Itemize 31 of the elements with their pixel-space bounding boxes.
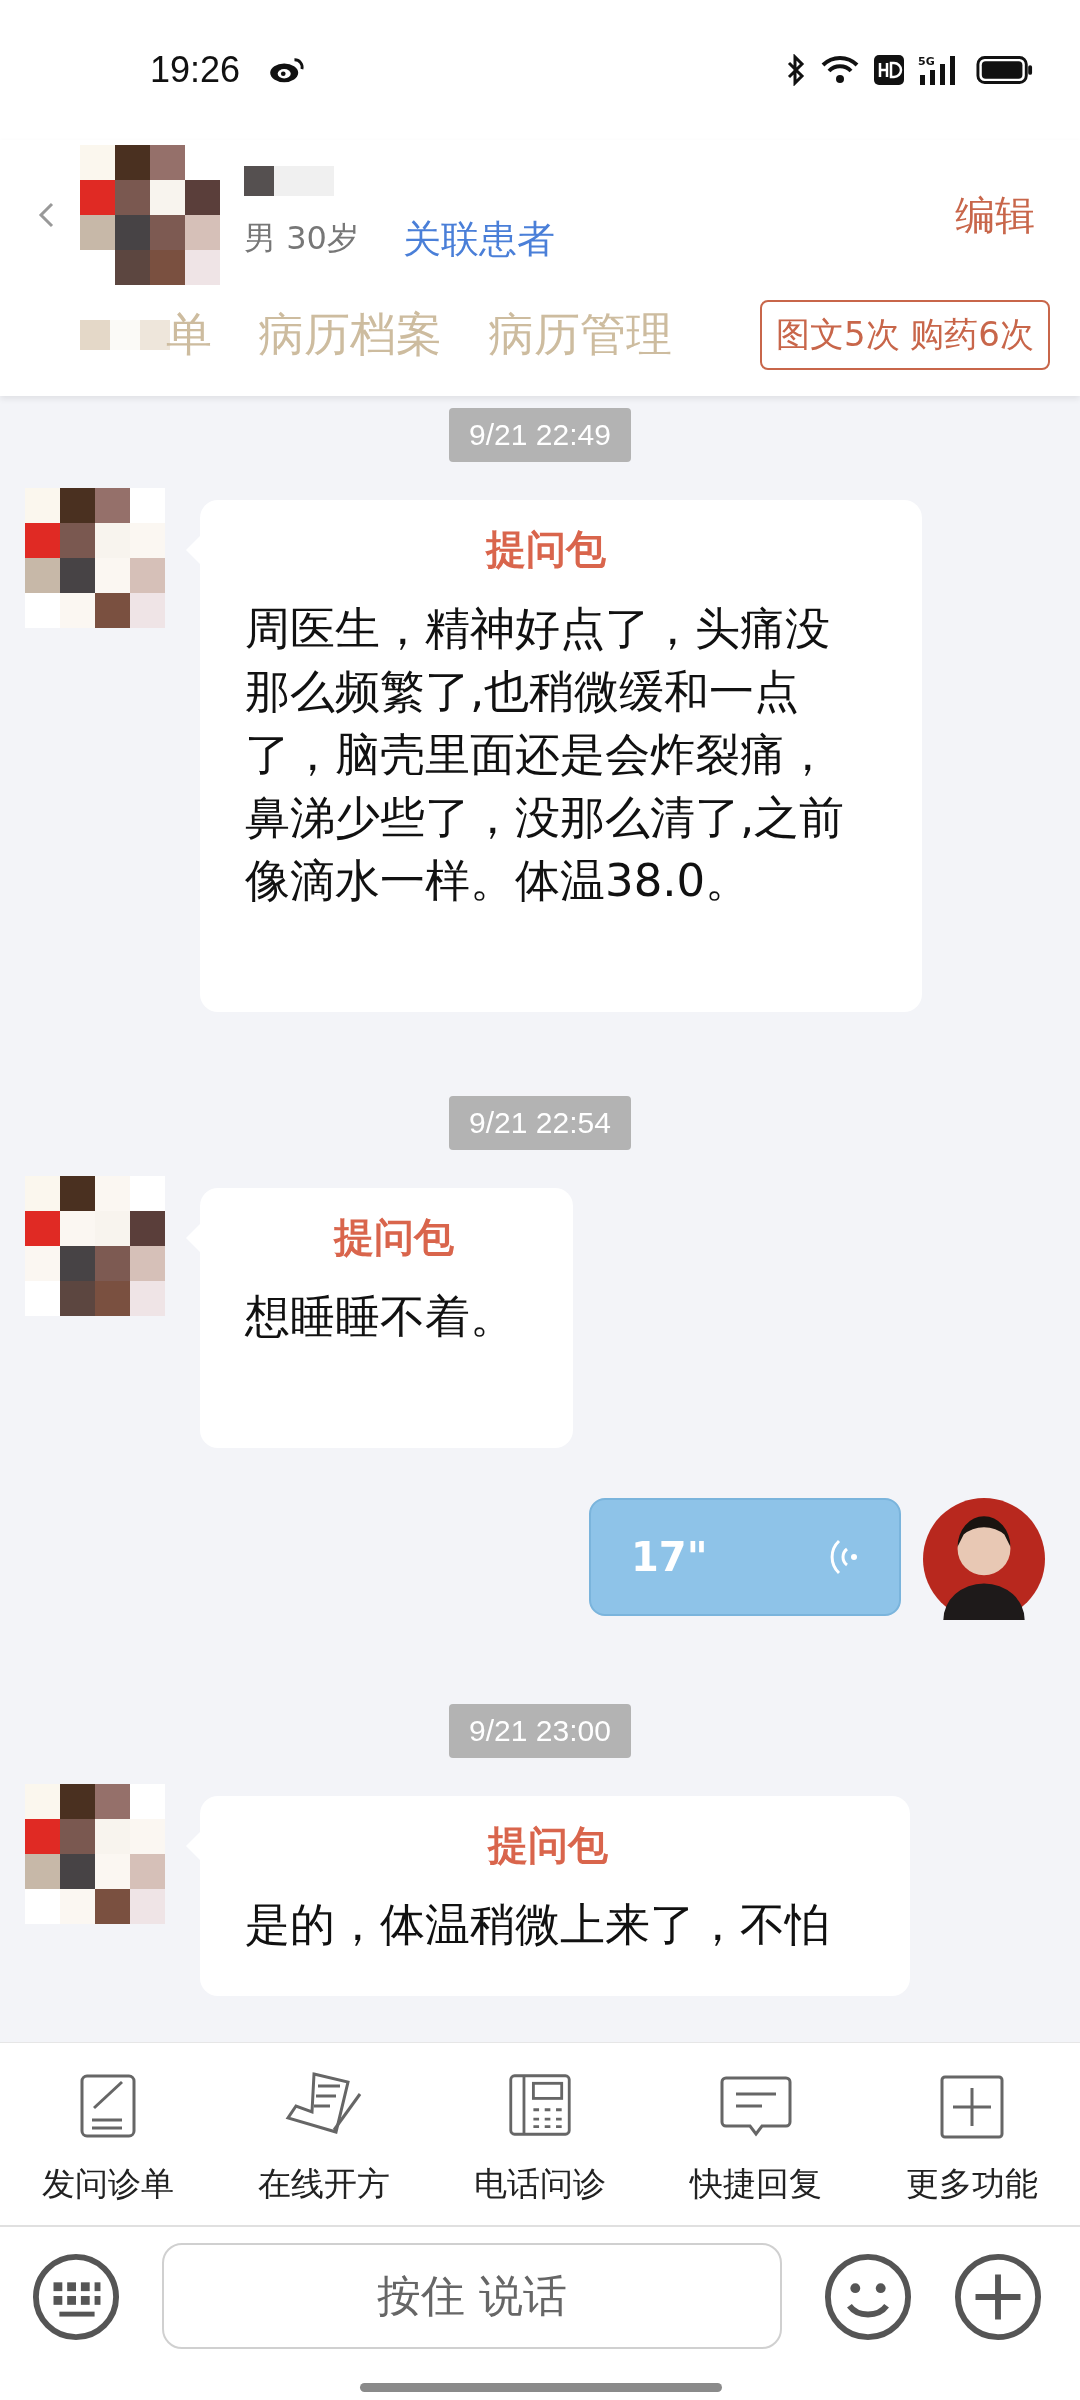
message-title: 提问包 <box>484 525 607 574</box>
message-text: 想睡睡不着。 <box>245 1289 516 1345</box>
hd-icon <box>874 55 904 85</box>
toolbar-button[interactable]: 发问诊单 <box>0 2043 216 2225</box>
emoji-icon[interactable] <box>824 2253 912 2341</box>
message-title: 提问包 <box>486 1821 609 1870</box>
voice-wave-icon <box>829 1537 859 1577</box>
timestamp: 9/21 22:49 <box>449 408 631 462</box>
toolbar-button[interactable]: 更多功能 <box>864 2043 1080 2225</box>
patient-info: 男 30岁 <box>244 218 359 259</box>
battery-icon <box>976 55 1034 85</box>
wifi-icon <box>820 54 860 86</box>
timestamp: 9/21 23:00 <box>449 1704 631 1758</box>
usage-badge: 图文5次 购药6次 <box>759 300 1050 370</box>
timestamp: 9/21 22:54 <box>449 1096 631 1150</box>
message-text: 是的，体温稍微上来了，不怕 <box>245 1897 831 1953</box>
link-patient-link[interactable]: 关联患者 <box>402 213 555 265</box>
hold-to-talk-button[interactable]: 按住 说话 <box>162 2243 782 2349</box>
message-title: 提问包 <box>332 1213 455 1262</box>
bluetooth-icon <box>786 54 806 86</box>
toolbar-button[interactable]: 在线开方 <box>216 2043 432 2225</box>
weibo-icon <box>268 56 307 84</box>
back-icon[interactable] <box>36 200 56 230</box>
add-icon[interactable] <box>954 2253 1042 2341</box>
toolbar-button[interactable]: 电话问诊 <box>432 2043 648 2225</box>
status-time: 19:26 <box>150 49 241 91</box>
edit-button[interactable]: 编辑 <box>955 187 1035 243</box>
toolbar-button[interactable]: 快捷回复 <box>648 2043 864 2225</box>
message-text: 周医生，精神好点了，头痛没那么频繁了,也稍微缓和一点了，脑壳里面还是会炸裂痛，鼻涕少些了，没那么清了,之前像滴水一样。体温38.0。 <box>245 601 846 909</box>
keyboard-icon[interactable] <box>32 2253 120 2341</box>
plus-square-icon <box>939 2074 1005 2140</box>
